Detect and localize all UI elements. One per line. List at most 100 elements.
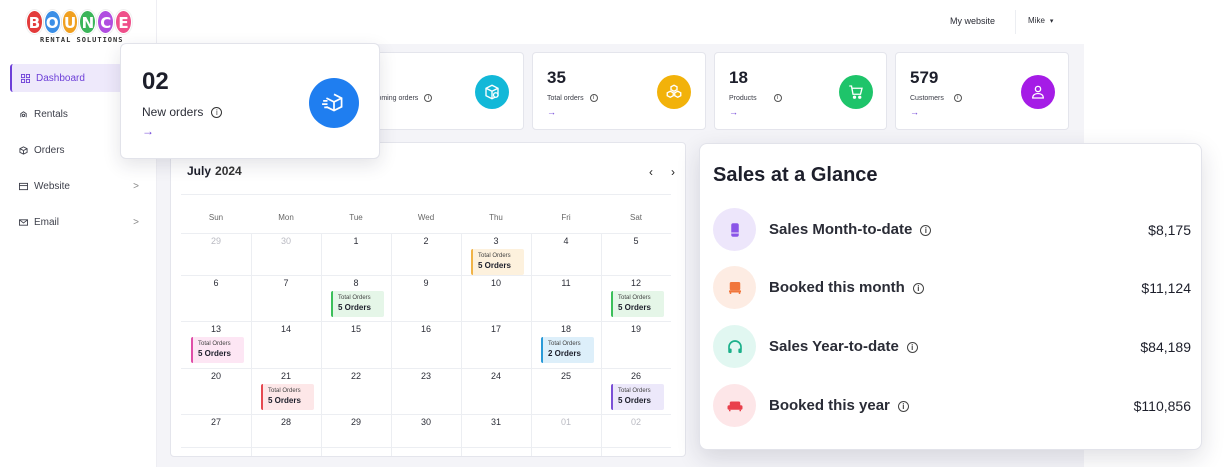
new-orders-label: New orders i bbox=[142, 105, 223, 119]
sales-row-label: Sales Year-to-date i bbox=[769, 338, 918, 355]
info-icon[interactable]: i bbox=[920, 224, 932, 236]
calendar-day[interactable]: 19 bbox=[601, 324, 671, 334]
weekday-header: Mon bbox=[278, 213, 294, 222]
calendar-day[interactable]: 5 bbox=[601, 236, 671, 246]
logo-letter: E bbox=[115, 10, 132, 34]
calendar-day[interactable]: 30 bbox=[251, 236, 321, 246]
calendar-day[interactable]: 01 bbox=[531, 417, 601, 427]
order-event-tag[interactable]: Total Orders 5 Orders bbox=[191, 337, 244, 363]
calendar-day[interactable]: 20 bbox=[181, 371, 251, 381]
logo-letter: N bbox=[79, 10, 97, 34]
calendar-day[interactable]: 1 bbox=[321, 236, 391, 246]
calendar-day[interactable]: 30 bbox=[391, 417, 461, 427]
grid-icon bbox=[21, 73, 30, 83]
calendar-row-line bbox=[181, 447, 671, 448]
event-count: 5 Orders bbox=[198, 349, 231, 358]
sidebar-item-website[interactable]: Website > bbox=[10, 172, 147, 200]
calendar-day[interactable]: 6 bbox=[181, 278, 251, 288]
info-icon[interactable]: i bbox=[912, 282, 924, 294]
info-icon[interactable]: i bbox=[897, 400, 909, 412]
event-label: Total Orders bbox=[548, 341, 581, 347]
calendar-day[interactable]: 24 bbox=[461, 371, 531, 381]
brand-logo[interactable]: BOUNCE RENTAL SOLUTIONS bbox=[26, 10, 132, 50]
sales-row-label-text: Booked this year bbox=[769, 397, 890, 414]
calendar-day[interactable]: 25 bbox=[531, 371, 601, 381]
headphones-icon bbox=[713, 325, 756, 368]
event-label: Total Orders bbox=[478, 253, 511, 259]
boxes-icon bbox=[657, 75, 691, 109]
info-icon[interactable]: i bbox=[773, 94, 782, 102]
sales-at-a-glance-card: Sales at a Glance Sales Month-to-date i $8… bbox=[699, 143, 1202, 450]
calendar-day[interactable]: 10 bbox=[461, 278, 531, 288]
calendar-day[interactable]: 11 bbox=[531, 278, 601, 288]
sales-row: Booked this month i $11,124 bbox=[713, 266, 1191, 310]
event-count: 2 Orders bbox=[548, 349, 581, 358]
info-icon[interactable]: i bbox=[953, 94, 962, 102]
calendar-year: 2024 bbox=[215, 164, 242, 178]
order-event-tag[interactable]: Total Orders 5 Orders bbox=[471, 249, 524, 275]
calendar-day[interactable]: 12 bbox=[601, 278, 671, 288]
calendar-day[interactable]: 9 bbox=[391, 278, 461, 288]
calendar-day[interactable]: 02 bbox=[601, 417, 671, 427]
event-count: 5 Orders bbox=[618, 396, 651, 405]
calendar-day[interactable]: 21 bbox=[251, 371, 321, 381]
arrow-right-icon[interactable]: → bbox=[910, 107, 919, 117]
order-event-tag[interactable]: Total Orders 5 Orders bbox=[261, 384, 314, 410]
stat-label: Products i bbox=[729, 94, 782, 102]
calendar-day[interactable]: 14 bbox=[251, 324, 321, 334]
calendar-day[interactable]: 16 bbox=[391, 324, 461, 334]
calendar-day[interactable]: 13 bbox=[181, 324, 251, 334]
order-event-tag[interactable]: Total Orders 5 Orders bbox=[331, 291, 384, 317]
calendar-day[interactable]: 2 bbox=[391, 236, 461, 246]
calendar-day[interactable]: 4 bbox=[531, 236, 601, 246]
chevron-left-icon[interactable]: ‹ bbox=[645, 165, 657, 179]
sales-row-label-text: Sales Year-to-date bbox=[769, 338, 899, 355]
user-menu[interactable]: Mike ▾ bbox=[1028, 16, 1053, 25]
info-icon[interactable]: i bbox=[211, 107, 223, 119]
calendar-day[interactable]: 29 bbox=[321, 417, 391, 427]
stat-card-products[interactable]: 18 Products i → bbox=[714, 52, 887, 130]
weekday-header: Sat bbox=[629, 213, 642, 222]
calendar-day[interactable]: 22 bbox=[321, 371, 391, 381]
new-orders-value: 02 bbox=[142, 68, 169, 95]
chevron-right-icon[interactable]: › bbox=[667, 165, 679, 179]
arrow-right-icon[interactable]: → bbox=[547, 107, 556, 117]
calendar-day[interactable]: 15 bbox=[321, 324, 391, 334]
calendar-day[interactable]: 26 bbox=[601, 371, 671, 381]
sidebar-item-label: Rentals bbox=[34, 108, 68, 120]
calendar-row-line bbox=[181, 321, 671, 322]
calendar-day[interactable]: 27 bbox=[181, 417, 251, 427]
order-event-tag[interactable]: Total Orders 2 Orders bbox=[541, 337, 594, 363]
my-website-link[interactable]: My website bbox=[950, 16, 995, 26]
sales-title: Sales at a Glance bbox=[713, 164, 878, 186]
sidebar-item-email[interactable]: Email > bbox=[10, 208, 147, 236]
info-icon[interactable]: i bbox=[906, 341, 918, 353]
info-icon[interactable]: i bbox=[424, 94, 433, 102]
stat-card-total-orders[interactable]: 35 Total orders i → bbox=[532, 52, 706, 130]
calendar-day[interactable]: 28 bbox=[251, 417, 321, 427]
sales-row-label: Booked this month i bbox=[769, 279, 924, 296]
event-label: Total Orders bbox=[618, 388, 651, 394]
event-count: 5 Orders bbox=[618, 303, 651, 312]
calendar-day[interactable]: 3 bbox=[461, 236, 531, 246]
calendar-day[interactable]: 7 bbox=[251, 278, 321, 288]
calendar-day[interactable]: 8 bbox=[321, 278, 391, 288]
order-event-tag[interactable]: Total Orders 5 Orders bbox=[611, 291, 664, 317]
calendar-day[interactable]: 18 bbox=[531, 324, 601, 334]
calendar-day[interactable]: 31 bbox=[461, 417, 531, 427]
arrow-right-icon[interactable]: → bbox=[729, 107, 738, 117]
new-orders-card[interactable]: 02 New orders i → bbox=[120, 43, 380, 159]
chevron-right-icon: > bbox=[133, 216, 139, 228]
sidebar-item-label: Dashboard bbox=[36, 72, 85, 84]
caret-down-icon: ▾ bbox=[1049, 18, 1054, 25]
info-icon[interactable]: i bbox=[589, 94, 598, 102]
calendar-day[interactable]: 17 bbox=[461, 324, 531, 334]
calendar-row-line bbox=[181, 233, 671, 234]
sales-row-label: Sales Month-to-date i bbox=[769, 221, 932, 238]
stat-card-customers[interactable]: 579 Customers i → bbox=[895, 52, 1069, 130]
arrow-right-icon[interactable]: → bbox=[142, 124, 154, 138]
calendar-day[interactable]: 23 bbox=[391, 371, 461, 381]
order-event-tag[interactable]: Total Orders 5 Orders bbox=[611, 384, 664, 410]
calendar-day[interactable]: 29 bbox=[181, 236, 251, 246]
chair-icon bbox=[713, 266, 756, 309]
